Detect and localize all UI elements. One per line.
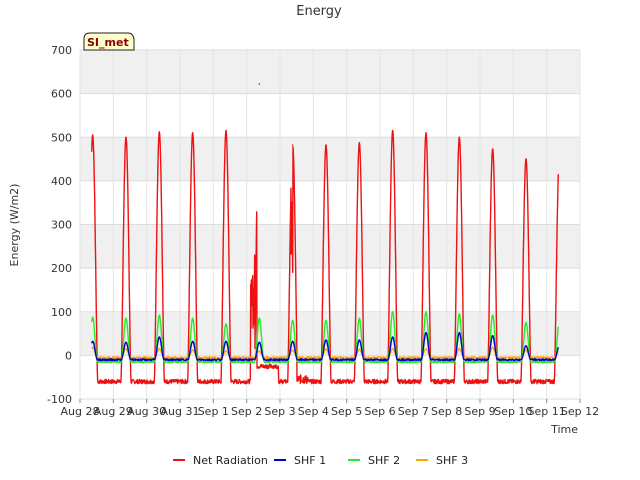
- peak-point: [425, 310, 427, 313]
- peak-point: [158, 131, 161, 133]
- chart-title: Energy: [296, 4, 342, 19]
- peak-point: [158, 348, 161, 350]
- peak-point: [425, 348, 427, 350]
- peak-point: [358, 317, 361, 320]
- peak-point: [525, 321, 527, 324]
- peak-point: [158, 336, 161, 338]
- peak-point: [91, 346, 94, 349]
- y-tick-label: 200: [51, 262, 72, 275]
- peak-point: [458, 313, 461, 315]
- peak-point: [391, 129, 394, 132]
- peak-point: [191, 349, 194, 351]
- y-tick-label: 400: [51, 175, 72, 188]
- x-tick-label: Sep 8: [431, 405, 462, 418]
- grid-band: [80, 137, 580, 181]
- peak-point: [291, 349, 294, 351]
- peak-point: [91, 134, 94, 136]
- legend-label: SHF 1: [294, 454, 326, 467]
- peak-point: [325, 339, 327, 341]
- y-tick-label: 500: [51, 131, 72, 144]
- x-tick-label: Sep 2: [231, 405, 262, 418]
- peak-point: [325, 348, 327, 351]
- peak-point: [391, 348, 394, 350]
- x-tick-label: Sep 3: [264, 405, 295, 418]
- y-tick-label: 0: [65, 349, 72, 362]
- peak-point: [525, 344, 527, 347]
- energy-chart: Energy -1000100200300400500600700 Aug 28…: [8, 4, 599, 467]
- peak-point: [325, 319, 327, 322]
- y-axis-ticks: -1000100200300400500600700: [47, 44, 72, 406]
- peak-point: [258, 341, 261, 344]
- x-tick-label: Sep 9: [464, 405, 495, 418]
- peak-point: [491, 346, 494, 349]
- peak-point: [225, 323, 227, 325]
- peak-point: [125, 136, 127, 139]
- station-badge-label: SI_met: [87, 36, 129, 49]
- peak-point: [458, 331, 461, 334]
- peak-point: [491, 334, 494, 337]
- peak-point: [425, 132, 427, 134]
- peak-point: [191, 317, 194, 320]
- peak-point: [291, 144, 294, 146]
- x-tick-label: Sep 1: [198, 405, 229, 418]
- peak-point: [158, 314, 161, 317]
- peak-point: [525, 158, 527, 160]
- x-tick-label: Sep 6: [364, 405, 395, 418]
- peak-point: [358, 142, 361, 144]
- peak-point: [525, 349, 527, 351]
- peak-point: [125, 348, 127, 350]
- y-tick-label: 100: [51, 306, 72, 319]
- peak-point: [291, 319, 294, 322]
- peak-point: [358, 339, 361, 341]
- y-tick-label: 700: [51, 44, 72, 57]
- peak-point: [225, 350, 227, 352]
- peak-point: [258, 317, 261, 320]
- peak-point: [358, 348, 361, 351]
- x-tick-label: Sep 12: [561, 405, 599, 418]
- peak-point: [91, 340, 94, 343]
- grid-band: [80, 50, 580, 94]
- peak-point: [258, 350, 261, 352]
- peak-point: [125, 317, 127, 320]
- peak-point: [225, 129, 227, 132]
- x-axis-label: Time: [550, 423, 578, 436]
- x-tick-label: Aug 31: [161, 405, 200, 418]
- legend-label: SHF 3: [436, 454, 468, 467]
- peak-point: [458, 136, 461, 139]
- peak-point: [225, 340, 227, 343]
- peak-point: [191, 340, 194, 343]
- station-badge: SI_met: [83, 32, 135, 51]
- x-tick-label: Sep 4: [298, 405, 329, 418]
- peak-point: [91, 316, 94, 319]
- x-tick-label: Sep 5: [331, 405, 362, 418]
- legend-label: Net Radiation: [193, 454, 268, 467]
- y-tick-label: 300: [51, 219, 72, 232]
- peak-point: [191, 132, 194, 134]
- x-axis-ticks: Aug 28Aug 29Aug 30Aug 31Sep 1 Sep 2 Sep 3S…: [61, 399, 599, 418]
- peak-point: [125, 341, 127, 344]
- x-tick-label: Sep 7: [398, 405, 429, 418]
- peak-point: [425, 331, 427, 334]
- peak-point: [458, 348, 461, 350]
- peak-point: [491, 148, 494, 150]
- grid-band: [80, 224, 580, 269]
- y-axis-label: Energy (W/m2): [8, 184, 21, 267]
- peak-point: [391, 336, 394, 338]
- peak-point: [291, 340, 294, 343]
- legend-label: SHF 2: [368, 454, 400, 467]
- peak-point: [391, 310, 394, 313]
- peak-point: [491, 314, 494, 317]
- peak-point: [258, 83, 261, 85]
- y-tick-label: 600: [51, 88, 72, 101]
- peak-point: [325, 144, 327, 146]
- legend: Net Radiation SHF 1 SHF 2 SHF 3: [173, 454, 468, 467]
